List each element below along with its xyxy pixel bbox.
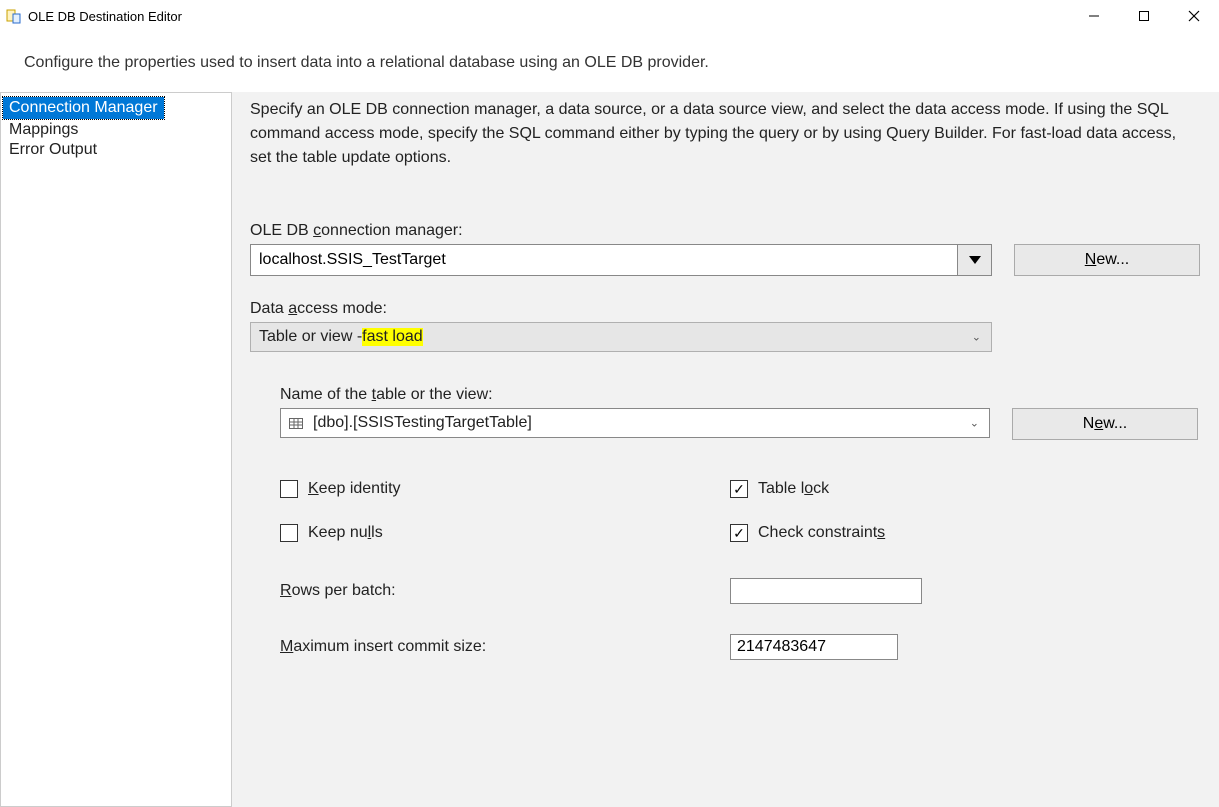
rows-per-batch-input[interactable] xyxy=(730,578,922,604)
fastload-options: Keep identity Keep nulls Table lock xyxy=(280,480,1201,542)
close-button[interactable] xyxy=(1169,0,1219,32)
max-commit-size-input[interactable] xyxy=(730,634,898,660)
oledb-destination-editor-window: OLE DB Destination Editor Configure the … xyxy=(0,0,1219,807)
client-area: Connection Manager Mappings Error Output… xyxy=(0,92,1219,807)
maximize-button[interactable] xyxy=(1119,0,1169,32)
table-name-value: [dbo].[SSISTestingTargetTable] xyxy=(313,414,532,432)
window-controls xyxy=(1069,0,1219,32)
connection-manager-label: OLE DB connection manager: xyxy=(250,222,1201,240)
sidebar-item-connection-manager[interactable]: Connection Manager xyxy=(3,97,164,119)
checkbox-icon xyxy=(730,524,748,542)
checkbox-icon xyxy=(280,524,298,542)
sidebar: Connection Manager Mappings Error Output xyxy=(0,92,232,807)
table-new-button[interactable]: New... xyxy=(1012,408,1198,440)
window-icon xyxy=(6,8,22,24)
connection-manager-input[interactable] xyxy=(250,244,958,276)
main-panel: Specify an OLE DB connection manager, a … xyxy=(232,92,1219,807)
table-name-label: Name of the table or the view: xyxy=(280,386,1201,404)
chevron-down-icon: ⌄ xyxy=(970,417,979,430)
titlebar: OLE DB Destination Editor xyxy=(0,0,1219,32)
page-description: Configure the properties used to insert … xyxy=(0,32,1219,92)
connection-new-button[interactable]: New... xyxy=(1014,244,1200,276)
minimize-button[interactable] xyxy=(1069,0,1119,32)
keep-identity-checkbox[interactable]: Keep identity xyxy=(280,480,730,498)
rows-per-batch-label: Rows per batch: xyxy=(280,582,730,600)
checkbox-icon xyxy=(280,480,298,498)
check-constraints-checkbox[interactable]: Check constraints xyxy=(730,524,885,542)
data-access-mode-label: Data access mode: xyxy=(250,300,1201,318)
table-lock-checkbox[interactable]: Table lock xyxy=(730,480,885,498)
sidebar-item-mappings[interactable]: Mappings xyxy=(3,119,84,140)
connection-manager-dropdown-button[interactable] xyxy=(958,244,992,276)
table-name-combo[interactable]: [dbo].[SSISTestingTargetTable] ⌄ xyxy=(280,408,990,438)
data-access-mode-select[interactable]: Table or view - fast load ⌄ xyxy=(250,322,992,352)
panel-instructions: Specify an OLE DB connection manager, a … xyxy=(250,98,1201,170)
keep-nulls-checkbox[interactable]: Keep nulls xyxy=(280,524,730,542)
window-title: OLE DB Destination Editor xyxy=(28,9,182,24)
sidebar-item-error-output[interactable]: Error Output xyxy=(3,139,103,160)
connection-manager-combo[interactable] xyxy=(250,244,992,276)
chevron-down-icon: ⌄ xyxy=(972,331,981,344)
table-icon xyxy=(289,418,303,429)
max-commit-size-label: Maximum insert commit size: xyxy=(280,638,730,656)
checkbox-icon xyxy=(730,480,748,498)
